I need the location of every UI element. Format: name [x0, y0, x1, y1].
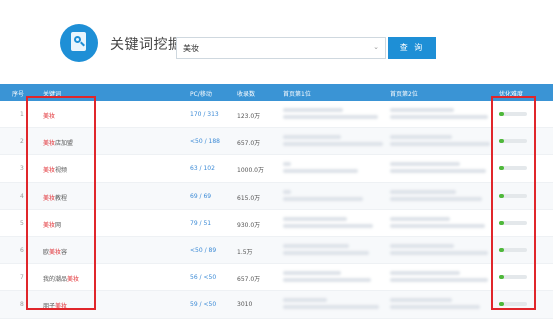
- difficulty-highlight-box: [491, 96, 536, 310]
- first-result-blurred: [283, 115, 378, 119]
- col-pc-mobile: PC/移动: [190, 91, 212, 98]
- first-result-blurred: [283, 305, 379, 310]
- second-result-blurred: [390, 250, 488, 255]
- second-result-blurred: [390, 305, 480, 310]
- second-result-blurred: [390, 216, 450, 221]
- row-index: 2: [20, 138, 24, 146]
- record-count: 123.0万: [237, 113, 261, 120]
- keyword-highlight-box: [26, 96, 96, 310]
- second-result-blurred: [390, 298, 452, 303]
- pc-mobile-volume[interactable]: 170 / 313: [190, 111, 219, 118]
- second-result-blurred: [390, 223, 485, 228]
- keyword-select[interactable]: 美妆 ⌄: [176, 37, 386, 59]
- record-count: 615.0万: [237, 194, 261, 202]
- second-result-blurred: [390, 108, 454, 112]
- pc-mobile-volume[interactable]: <50 / 89: [190, 247, 216, 254]
- record-count: 1.5万: [237, 248, 253, 256]
- search-button[interactable]: 查 询: [388, 37, 436, 59]
- second-result-blurred: [390, 115, 488, 119]
- second-result-blurred: [390, 189, 456, 194]
- pc-mobile-volume[interactable]: 56 / <50: [190, 274, 216, 281]
- first-result-blurred: [283, 216, 347, 221]
- second-result-blurred: [390, 169, 486, 174]
- second-result-blurred: [390, 271, 460, 276]
- row-index: 8: [20, 301, 24, 309]
- row-index: 1: [20, 111, 24, 118]
- col-second-result: 首页第2位: [390, 91, 418, 98]
- first-result-blurred: [283, 243, 349, 248]
- second-result-blurred: [390, 135, 452, 140]
- first-result-blurred: [283, 189, 291, 194]
- second-result-blurred: [390, 196, 482, 201]
- col-records: 收录数: [237, 91, 256, 98]
- first-result-blurred: [283, 108, 343, 112]
- first-result-blurred: [283, 278, 371, 283]
- record-count: 3010: [237, 301, 253, 309]
- pc-mobile-volume[interactable]: <50 / 188: [190, 138, 220, 145]
- row-index: 5: [20, 219, 24, 227]
- row-index: 3: [20, 165, 24, 173]
- first-result-blurred: [283, 223, 373, 228]
- record-count: 657.0万: [237, 140, 261, 148]
- row-index: 7: [20, 274, 24, 282]
- page-title: 关键词挖掘: [110, 37, 183, 53]
- first-result-blurred: [283, 162, 291, 167]
- first-result-blurred: [283, 271, 341, 276]
- first-result-blurred: [283, 196, 363, 201]
- record-count: 930.0万: [237, 221, 261, 229]
- pc-mobile-volume[interactable]: 79 / 51: [190, 220, 211, 227]
- first-result-blurred: [283, 135, 341, 140]
- first-result-blurred: [283, 169, 358, 174]
- row-index: 6: [20, 246, 24, 254]
- col-first-result: 首页第1位: [283, 91, 311, 98]
- record-count: 657.0万: [237, 276, 261, 284]
- header: 关键词挖掘 美妆 ⌄ 查 询: [0, 0, 553, 80]
- record-count: 1000.0万: [237, 167, 264, 175]
- pc-mobile-volume[interactable]: 69 / 69: [190, 193, 211, 200]
- keyword-mining-logo-icon: [60, 24, 98, 62]
- second-result-blurred: [390, 162, 460, 167]
- first-result-blurred: [283, 298, 327, 303]
- col-index: 序号: [12, 91, 25, 98]
- pc-mobile-volume[interactable]: 63 / 102: [190, 165, 215, 172]
- second-result-blurred: [390, 243, 454, 248]
- search-input-value[interactable]: 美妆: [183, 43, 199, 54]
- first-result-blurred: [283, 142, 383, 147]
- first-result-blurred: [283, 250, 369, 255]
- chevron-down-icon[interactable]: ⌄: [373, 43, 379, 51]
- row-index: 4: [20, 192, 24, 200]
- second-result-blurred: [390, 278, 488, 283]
- pc-mobile-volume[interactable]: 59 / <50: [190, 301, 216, 308]
- second-result-blurred: [390, 142, 490, 147]
